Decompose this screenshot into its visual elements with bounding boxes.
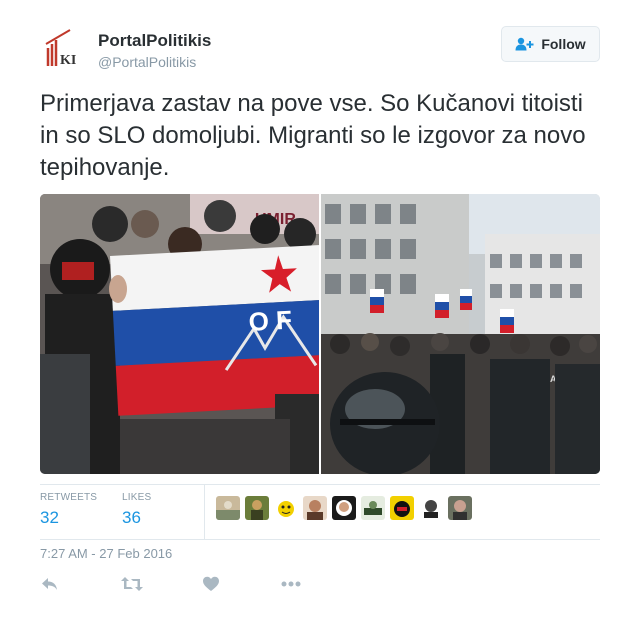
right-photo-police-line: POLICIJA [321,194,600,474]
likes-stat[interactable]: LIKES 36 [122,492,151,528]
liker-avatar-2[interactable] [245,496,269,520]
stats-divider [204,485,205,539]
left-photo-crowd-with-flag: UMIR O F [40,194,334,474]
tweet-media[interactable]: UMIR O F [40,194,600,474]
reply-button[interactable] [40,575,60,598]
tweet-text: Primerjava zastav na pove vse. So Kučano… [40,90,586,181]
follow-user-icon [515,37,534,51]
retweet-icon [121,577,143,591]
liker-avatar-9[interactable] [448,496,472,520]
follow-button[interactable]: Follow [501,26,600,62]
like-heart-icon [203,576,219,591]
flag-lettering: O F [248,305,293,337]
liker-avatar-3[interactable] [274,496,298,520]
tweet-header: KI PortalPolitikis @PortalPolitikis Foll… [40,26,600,76]
liker-avatar-6[interactable] [361,496,385,520]
author-avatar[interactable]: KI [40,26,86,72]
likes-label: LIKES [122,492,152,503]
more-button[interactable] [280,575,302,598]
liker-avatar-1[interactable] [216,496,240,520]
liker-avatar-7[interactable] [390,496,414,520]
likers-avatars [216,496,472,520]
author-handle[interactable]: @PortalPolitikis [98,54,196,70]
likes-count: 36 [122,508,141,527]
retweets-count: 32 [40,508,59,527]
portalpolitikis-logo-icon: KI [40,26,86,72]
liker-avatar-8[interactable] [419,496,443,520]
author-name[interactable]: PortalPolitikis [98,31,211,51]
media-photos: UMIR O F [40,194,600,474]
retweets-label: RETWEETS [40,492,98,503]
like-button[interactable] [202,575,220,598]
retweet-button[interactable] [120,575,144,598]
tweet-timestamp[interactable]: 7:27 AM - 27 Feb 2016 [40,546,172,561]
liker-avatar-4[interactable] [303,496,327,520]
liker-avatar-5[interactable] [332,496,356,520]
more-dots-icon [281,581,301,587]
tweet-actions [40,575,340,599]
retweets-stat[interactable]: RETWEETS 32 [40,492,97,528]
follow-button-label: Follow [541,36,586,52]
reply-icon [42,578,57,590]
svg-text:KI: KI [60,53,76,68]
tweet-stats: RETWEETS 32 LIKES 36 [40,484,600,540]
